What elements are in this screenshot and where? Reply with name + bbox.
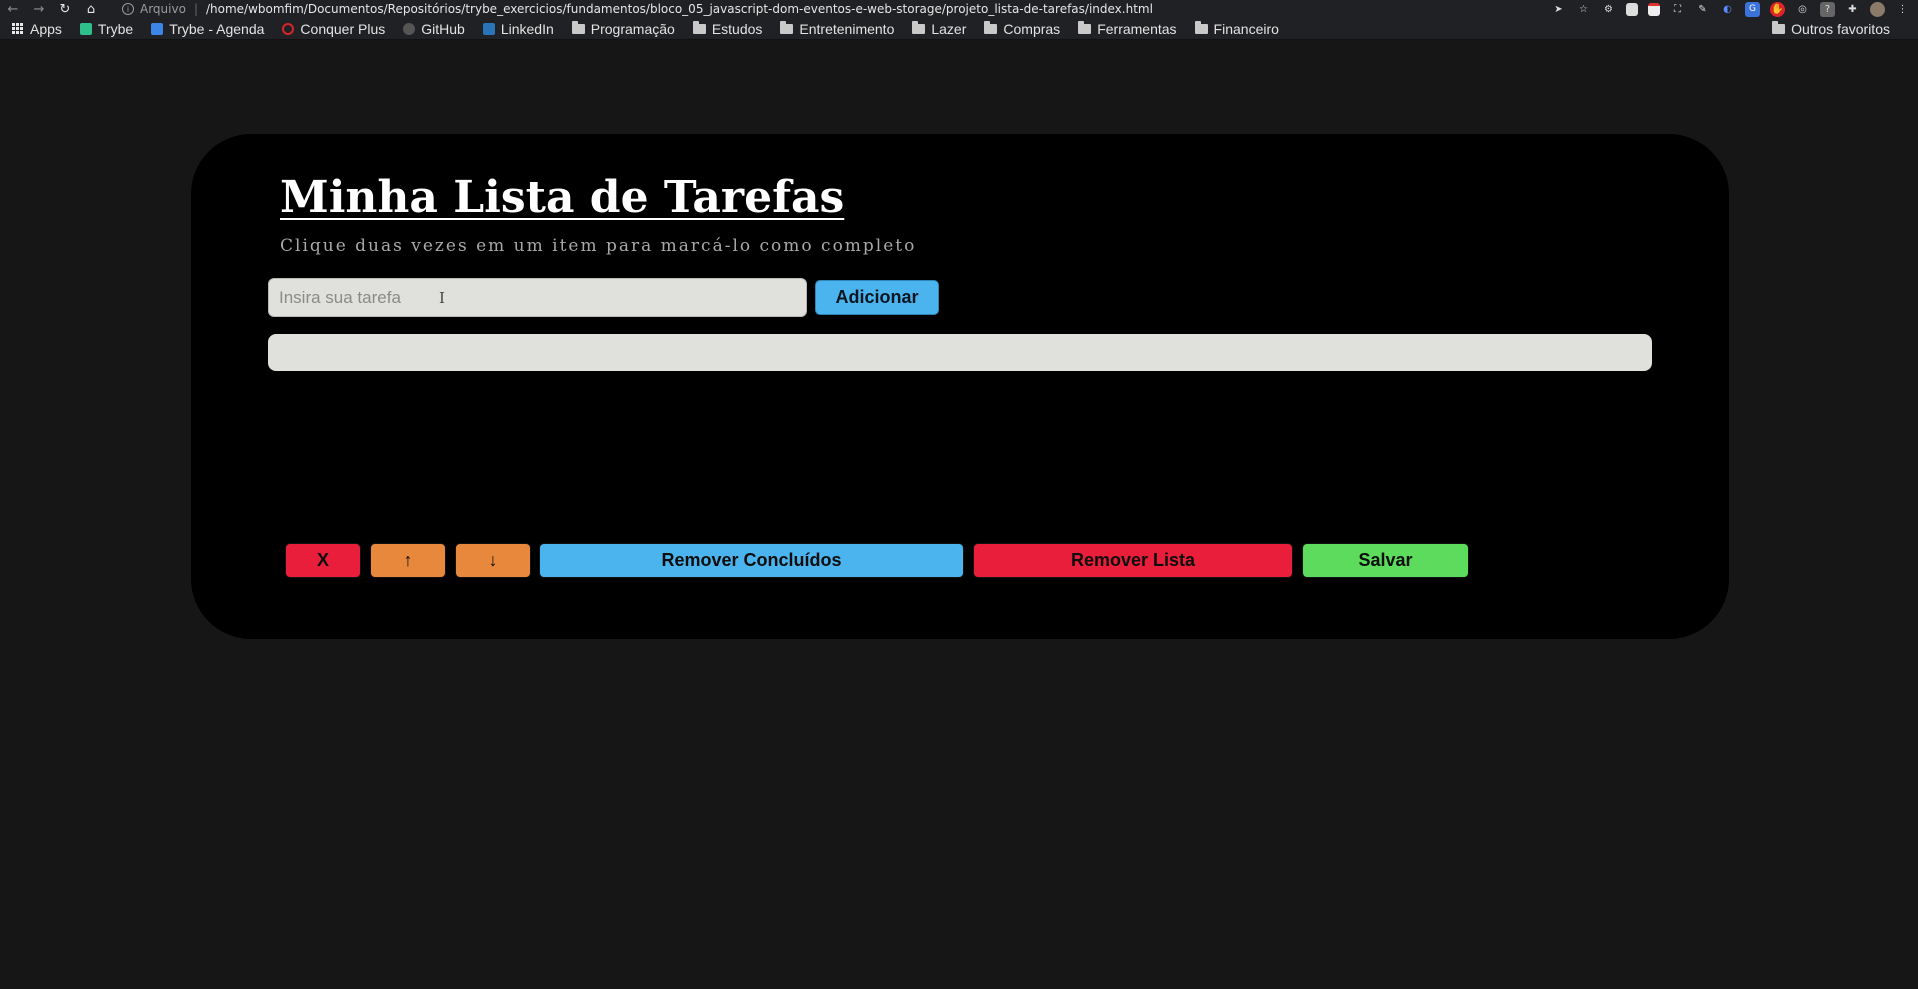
extensions-puzzle-icon[interactable]: ✚	[1845, 2, 1860, 17]
url-separator: |	[193, 2, 198, 16]
add-task-button[interactable]: Adicionar	[815, 280, 939, 315]
extension-doc-icon[interactable]	[1626, 2, 1638, 16]
reload-icon[interactable]: ↻	[52, 0, 78, 18]
folder-icon	[912, 20, 926, 34]
bookmark-apps[interactable]: Apps	[12, 21, 62, 37]
folder-icon	[692, 20, 706, 34]
extension-gear-icon[interactable]: ⚙	[1601, 2, 1616, 17]
bookmark-github[interactable]: GitHub	[403, 21, 465, 37]
extension-github-icon[interactable]: ◎	[1795, 2, 1810, 17]
menu-kebab-icon[interactable]: ⋮	[1895, 2, 1910, 17]
forward-arrow-icon[interactable]: →	[26, 0, 52, 18]
bookmark-label: Estudos	[711, 20, 763, 37]
home-icon[interactable]: ⌂	[78, 0, 104, 18]
remove-selected-button[interactable]: X	[285, 543, 361, 578]
linkedin-icon	[482, 22, 495, 35]
bookmark-folder-estudos[interactable]: Estudos	[692, 20, 763, 37]
toolbar-right: ➤ ☆ ⚙ ⛶ ✎ ◐ G ✋ ◎ ? ✚ ⋮	[1551, 0, 1910, 18]
bookmark-folder-lazer[interactable]: Lazer	[912, 20, 967, 37]
bookmark-folder-entretenimento[interactable]: Entretenimento	[780, 20, 895, 37]
bookmark-trybe-agenda[interactable]: Trybe - Agenda	[151, 21, 264, 37]
bookmark-label: Trybe - Agenda	[169, 20, 265, 37]
bookmark-label: Conquer Plus	[300, 20, 386, 37]
extension-screenshot-icon[interactable]: ⛶	[1670, 2, 1685, 17]
todo-card: Minha Lista de Tarefas Clique duas vezes…	[191, 134, 1729, 639]
extension-stop-icon[interactable]: ✋	[1770, 1, 1785, 17]
site-info-label: Arquivo	[140, 2, 186, 16]
page: Minha Lista de Tarefas Clique duas vezes…	[0, 41, 1918, 989]
conquer-icon	[282, 22, 295, 35]
bookmark-trybe[interactable]: Trybe	[79, 20, 134, 37]
folder-icon	[1194, 20, 1208, 34]
bookmark-label: Outros favoritos	[1791, 20, 1890, 37]
task-input[interactable]	[268, 278, 807, 317]
bookmark-conquer-plus[interactable]: Conquer Plus	[282, 21, 385, 37]
bookmark-label: Financeiro	[1213, 20, 1279, 37]
folder-icon	[571, 20, 585, 34]
bookmark-linkedin[interactable]: LinkedIn	[482, 20, 554, 37]
folder-icon	[780, 20, 794, 34]
send-icon[interactable]: ➤	[1551, 2, 1566, 17]
text-cursor-icon: I	[439, 289, 445, 307]
bookmarks-bar: Apps Trybe Trybe - Agenda Conquer Plus G…	[0, 18, 1918, 40]
remove-completed-button[interactable]: Remover Concluídos	[539, 543, 964, 578]
bookmark-label: Trybe	[97, 20, 134, 37]
folder-icon	[1078, 20, 1092, 34]
profile-avatar[interactable]	[1870, 1, 1885, 17]
move-down-button[interactable]: ↓	[455, 543, 531, 578]
bookmark-label: Compras	[1003, 20, 1061, 37]
github-icon	[403, 22, 416, 35]
bookmark-label: Apps	[30, 20, 62, 37]
address-bar[interactable]: /home/wbomfim/Documentos/Repositórios/tr…	[206, 2, 1153, 16]
folder-icon	[984, 20, 998, 34]
task-list[interactable]	[268, 334, 1652, 371]
bookmark-label: Lazer	[931, 20, 967, 37]
extension-help-icon[interactable]: ?	[1820, 1, 1835, 17]
star-icon[interactable]: ☆	[1576, 2, 1591, 17]
back-arrow-icon[interactable]: ←	[0, 0, 26, 18]
site-info[interactable]: i Arquivo	[122, 2, 186, 16]
bookmark-label: GitHub	[421, 20, 465, 37]
move-up-button[interactable]: ↑	[370, 543, 446, 578]
calendar-icon	[151, 22, 164, 35]
save-tasks-button[interactable]: Salvar	[1302, 543, 1469, 578]
extension-pen-icon[interactable]: ✎	[1695, 2, 1710, 17]
bookmark-folder-programacao[interactable]: Programação	[571, 20, 675, 37]
bookmark-folder-compras[interactable]: Compras	[984, 20, 1061, 37]
extension-translate-icon[interactable]: G	[1745, 1, 1760, 17]
bookmark-label: Programação	[590, 20, 675, 37]
bookmark-label: Ferramentas	[1097, 20, 1177, 37]
bookmark-folder-financeiro[interactable]: Financeiro	[1194, 20, 1279, 37]
extension-calendar-icon[interactable]	[1648, 2, 1660, 16]
trybe-icon	[79, 22, 92, 35]
bookmark-other-favorites[interactable]: Outros favoritos	[1772, 20, 1890, 37]
bookmark-label: Entretenimento	[799, 20, 895, 37]
page-subtitle: Clique duas vezes em um item para marcá-…	[280, 236, 917, 256]
extension-blue-circle-icon[interactable]: ◐	[1720, 2, 1735, 17]
bookmark-folder-ferramentas[interactable]: Ferramentas	[1078, 20, 1177, 37]
browser-toolbar: ← → ↻ ⌂ i Arquivo | /home/wbomfim/Docume…	[0, 0, 1918, 18]
folder-icon	[1772, 20, 1786, 34]
page-title: Minha Lista de Tarefas	[280, 172, 845, 223]
apps-grid-icon	[12, 22, 24, 35]
clear-list-button[interactable]: Remover Lista	[973, 543, 1293, 578]
bookmark-label: LinkedIn	[500, 20, 554, 37]
info-icon: i	[122, 3, 134, 15]
